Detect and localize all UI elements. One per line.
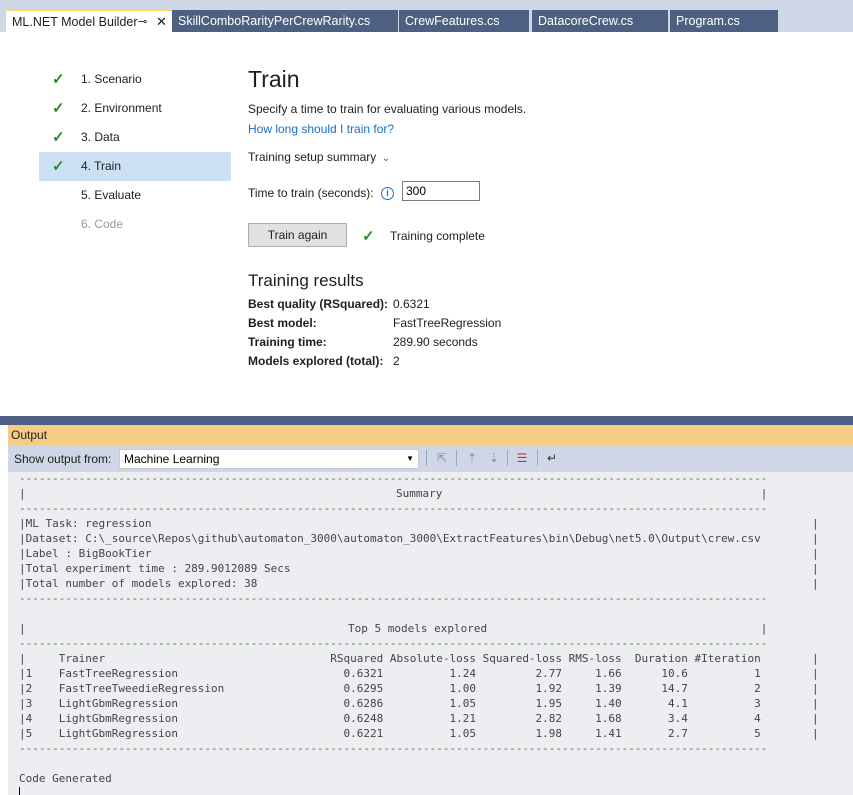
time-to-train-label: Time to train (seconds): i [248, 186, 394, 201]
output-source-select[interactable]: Machine Learning ▼ [119, 449, 419, 469]
divider: ----------------------------------------… [19, 637, 768, 650]
result-value: 0.6321 [393, 297, 430, 311]
pane-splitter[interactable] [0, 416, 853, 425]
output-line: |Label : BigBookTier [19, 547, 152, 560]
tab-label: ML.NET Model Builder [12, 15, 138, 29]
tab-label: DatacoreCrew.cs [538, 14, 634, 28]
training-status: Training complete [390, 229, 485, 243]
tab-label: Program.cs [676, 14, 740, 28]
table-row: |5 LightGbmRegression 0.6221 1.05 1.98 1… [19, 727, 761, 740]
summary-label: Training setup summary [248, 150, 377, 164]
toolbar-separator [456, 450, 457, 466]
table-row: |3 LightGbmRegression 0.6286 1.05 1.95 1… [19, 697, 761, 710]
step-code: 6. Code [39, 210, 231, 239]
show-output-from-label: Show output from: [14, 452, 112, 466]
step-label: 5. Evaluate [81, 188, 142, 202]
tab-ml-net-model-builder[interactable]: ML.NET Model Builder ⊸ ✕ [6, 9, 172, 32]
step-label: 1. Scenario [81, 72, 142, 86]
step-evaluate[interactable]: 5. Evaluate [39, 181, 231, 210]
step-scenario[interactable]: ✓ 1. Scenario [39, 65, 231, 94]
table-row: |4 LightGbmRegression 0.6248 1.21 2.82 1… [19, 712, 761, 725]
time-to-train-input[interactable]: 300 [402, 181, 480, 201]
previous-message-icon[interactable]: ⇡ [463, 448, 481, 468]
tab-crewfeatures[interactable]: CrewFeatures.cs [399, 10, 529, 32]
top-models-heading: Top 5 models explored [348, 622, 488, 635]
tab-skillcomborarity[interactable]: SkillComboRarityPerCrewRarity.cs [172, 10, 398, 32]
summary-heading: Summary [396, 487, 443, 500]
divider: ----------------------------------------… [19, 742, 768, 755]
code-generated-line: Code Generated [19, 772, 112, 785]
tab-label: SkillComboRarityPerCrewRarity.cs [178, 14, 371, 28]
checkmark-icon: ✓ [52, 129, 65, 146]
divider: ----------------------------------------… [19, 502, 768, 515]
train-description: Specify a time to train for evaluating v… [248, 102, 527, 116]
result-value: FastTreeRegression [393, 316, 502, 330]
output-source-value: Machine Learning [124, 452, 220, 466]
table-row: |2 FastTreeTweedieRegression 0.6295 1.00… [19, 682, 761, 695]
go-to-line-icon[interactable]: ⇱ [433, 448, 451, 468]
chevron-down-icon: ⌄ [381, 153, 391, 164]
checkmark-icon: ✓ [362, 228, 375, 245]
checkmark-icon: ✓ [52, 100, 65, 117]
output-line: | | [19, 487, 768, 500]
help-link[interactable]: How long should I train for? [248, 122, 394, 136]
close-icon[interactable]: ✕ [156, 11, 167, 33]
tab-label: CrewFeatures.cs [405, 14, 500, 28]
output-line: |Dataset: C:\_source\Repos\github\automa… [19, 532, 761, 545]
output-line: |ML Task: regression [19, 517, 152, 530]
info-icon[interactable]: i [380, 187, 394, 201]
output-line: | | | | | [812, 517, 819, 590]
toolbar-separator [537, 450, 538, 466]
result-value: 2 [393, 354, 400, 368]
divider: ----------------------------------------… [19, 472, 768, 485]
training-setup-summary-toggle[interactable]: Training setup summary ⌄ [248, 150, 390, 164]
step-data[interactable]: ✓ 3. Data [39, 123, 231, 152]
tab-program[interactable]: Program.cs [670, 10, 778, 32]
result-key: Training time: [248, 335, 327, 349]
step-label: 3. Data [81, 130, 120, 144]
result-key: Best model: [248, 316, 317, 330]
output-line: | | | | | | [812, 652, 819, 740]
output-title-bar: Output [8, 425, 853, 445]
pin-icon[interactable]: ⊸ [138, 11, 147, 33]
step-label: 6. Code [81, 217, 124, 231]
result-key: Best quality (RSquared): [248, 297, 389, 311]
table-row: |1 FastTreeRegression 0.6321 1.24 2.77 1… [19, 667, 761, 680]
step-label: 2. Environment [81, 101, 162, 115]
page-title: Train [248, 66, 300, 92]
checkmark-icon: ✓ [52, 71, 65, 88]
step-label: 4. Train [81, 159, 122, 173]
table-header: | Trainer RSquared Absolute-loss Squared… [19, 652, 761, 665]
clear-all-icon[interactable]: ☰ [513, 448, 531, 468]
training-results-title: Training results [248, 271, 364, 290]
text-cursor [19, 787, 20, 795]
toolbar-separator [507, 450, 508, 466]
tab-datacorecrew[interactable]: DatacoreCrew.cs [532, 10, 668, 32]
result-value: 289.90 seconds [393, 335, 478, 349]
toolbar-separator [426, 450, 427, 466]
checkmark-icon: ✓ [52, 158, 65, 175]
result-key: Models explored (total): [248, 354, 384, 368]
divider: ----------------------------------------… [19, 592, 768, 605]
time-label-text: Time to train (seconds): [248, 186, 374, 200]
step-train[interactable]: ✓ 4. Train [39, 152, 231, 181]
step-environment[interactable]: ✓ 2. Environment [39, 94, 231, 123]
train-again-button[interactable]: Train again [248, 223, 347, 247]
next-message-icon[interactable]: ⇣ [485, 448, 503, 468]
output-line: |Total number of models explored: 38 [19, 577, 258, 590]
dropdown-arrow-icon: ▼ [406, 454, 414, 463]
word-wrap-icon[interactable]: ↵ [543, 448, 561, 468]
output-line: |Total experiment time : 289.9012089 Sec… [19, 562, 291, 575]
